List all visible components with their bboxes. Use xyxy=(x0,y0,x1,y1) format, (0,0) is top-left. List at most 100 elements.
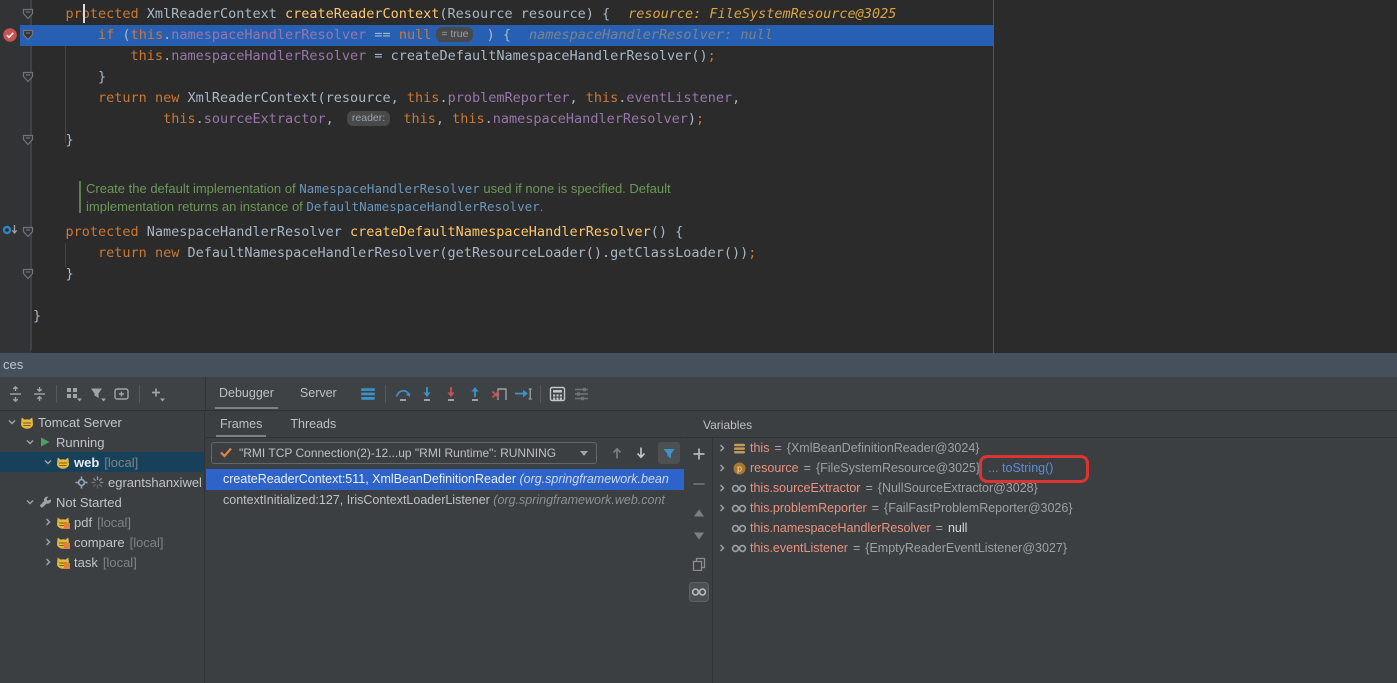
fold-marker-icon[interactable] xyxy=(22,8,34,24)
fold-marker-icon[interactable] xyxy=(22,29,34,45)
code-line: return new DefaultNamespaceHandlerResolv… xyxy=(98,243,756,264)
code-line: } xyxy=(66,264,74,285)
breakpoint-icon[interactable] xyxy=(2,27,18,47)
variable-row[interactable]: this.namespaceHandlerResolver=null xyxy=(714,518,1397,538)
editor-gutter xyxy=(0,0,31,353)
remove-watch-icon[interactable] xyxy=(689,474,709,494)
chevron-closed-icon[interactable] xyxy=(714,501,730,515)
tab-debugger[interactable]: Debugger xyxy=(206,377,287,410)
chevron-closed-icon[interactable] xyxy=(40,515,55,529)
add-icon[interactable] xyxy=(145,382,169,406)
watch-icon xyxy=(730,522,748,535)
run-to-cursor-icon[interactable] xyxy=(511,382,535,406)
tab-threads[interactable]: Threads xyxy=(276,411,350,437)
equals-sign: = xyxy=(872,501,879,515)
stack-frame[interactable]: createReaderContext:511, XmlBeanDefiniti… xyxy=(206,469,684,490)
variables-pane: Variables this={XmlBeanDefinitionReader@… xyxy=(685,411,1397,683)
variable-value: null xyxy=(948,521,967,535)
group-by-icon[interactable] xyxy=(62,382,86,406)
chevron-closed-icon[interactable] xyxy=(714,541,730,555)
filter-icon[interactable] xyxy=(86,382,110,406)
code-editor[interactable]: protected XmlReaderContext createReaderC… xyxy=(0,0,1397,353)
tab-frames[interactable]: Frames xyxy=(206,411,276,437)
step-out-icon[interactable] xyxy=(463,382,487,406)
chevron-open-icon[interactable] xyxy=(4,415,19,429)
chevron-closed-icon[interactable] xyxy=(40,555,55,569)
text-caret xyxy=(83,4,85,23)
inline-debugger-value: resource: FileSystemResource@3025 xyxy=(628,6,896,22)
tree-item-not-started[interactable]: Not Started xyxy=(0,492,204,512)
thread-selector-dropdown[interactable]: "RMI TCP Connection(2)-12...up "RMI Runt… xyxy=(211,442,597,464)
evaluate-expression-icon[interactable] xyxy=(546,382,570,406)
force-step-into-icon[interactable] xyxy=(439,382,463,406)
svg-text:p: p xyxy=(736,464,741,474)
javadoc-line: implementation returns an instance of De… xyxy=(86,198,543,216)
toolbar-separator xyxy=(540,385,541,403)
fold-marker-icon[interactable] xyxy=(22,71,34,87)
add-watch-icon[interactable] xyxy=(689,444,709,464)
frame-location: createReaderContext:511, XmlBeanDefiniti… xyxy=(223,472,519,486)
move-watch-up-icon[interactable] xyxy=(689,503,709,523)
show-watches-icon[interactable] xyxy=(689,582,709,602)
tree-item-compare[interactable]: compare[local] xyxy=(0,532,204,552)
toolbar-separator xyxy=(56,385,57,403)
fold-marker-icon[interactable] xyxy=(22,226,34,242)
variable-name: this.eventListener xyxy=(750,541,848,555)
layout-settings-icon[interactable] xyxy=(570,382,594,406)
overridden-method-icon[interactable] xyxy=(2,224,19,242)
thread-status-check-icon xyxy=(219,446,233,461)
chevron-closed-icon[interactable] xyxy=(40,535,55,549)
services-tree[interactable]: Tomcat ServerRunningweb[local]egrantshan… xyxy=(0,411,205,683)
threads-view-menu-icon[interactable] xyxy=(356,382,380,406)
chevron-closed-icon[interactable] xyxy=(714,461,730,475)
variable-row[interactable]: this.eventListener={EmptyReaderEventList… xyxy=(714,538,1397,558)
fold-marker-icon[interactable] xyxy=(22,134,34,150)
watches-toolbar xyxy=(685,438,713,683)
code-line: protected XmlReaderContext createReaderC… xyxy=(66,4,897,25)
tree-item-task[interactable]: task[local] xyxy=(0,552,204,572)
tomcat-stopped-icon xyxy=(55,516,71,529)
variable-name: this xyxy=(750,441,769,455)
expand-all-icon[interactable] xyxy=(3,382,27,406)
move-watch-down-icon[interactable] xyxy=(689,526,709,546)
variable-row[interactable]: presource={FileSystemResource@3025}... t… xyxy=(714,458,1397,478)
javadoc-render-bar xyxy=(79,181,81,213)
previous-frame-icon[interactable] xyxy=(605,441,629,465)
copy-watch-icon[interactable] xyxy=(689,554,709,574)
chevron-open-icon[interactable] xyxy=(22,435,37,449)
code-line: if (this.namespaceHandlerResolver == nul… xyxy=(98,25,773,46)
tree-item-web[interactable]: web[local] xyxy=(0,452,204,472)
tree-item-pdf[interactable]: pdf[local] xyxy=(0,512,204,532)
next-frame-icon[interactable] xyxy=(629,441,653,465)
variable-row[interactable]: this.problemReporter={FailFastProblemRep… xyxy=(714,498,1397,518)
tree-item-tomcat-server[interactable]: Tomcat Server xyxy=(0,412,204,432)
chevron-closed-icon[interactable] xyxy=(714,481,730,495)
step-over-icon[interactable] xyxy=(391,382,415,406)
chevron-open-icon[interactable] xyxy=(40,455,55,469)
tostring-link[interactable]: ... toString() xyxy=(988,461,1053,475)
add-service-icon[interactable] xyxy=(110,382,134,406)
fold-marker-icon[interactable] xyxy=(22,268,34,284)
tree-item-egrantshanxiwel[interactable]: egrantshanxiwel xyxy=(0,472,204,492)
tree-item-label: web xyxy=(74,455,99,470)
inline-hint-chip: reader: xyxy=(347,111,390,126)
frames-pane: Frames Threads "RMI TCP Connection(2)-12… xyxy=(206,411,684,683)
tab-server[interactable]: Server xyxy=(287,377,350,410)
toolbar-separator xyxy=(385,385,386,403)
collapse-all-icon[interactable] xyxy=(27,382,51,406)
code-line: } xyxy=(33,306,41,327)
variable-value: {NullSourceExtractor@3028} xyxy=(878,481,1038,495)
hide-library-frames-filter-icon[interactable] xyxy=(658,442,680,464)
variable-row[interactable]: this={XmlBeanDefinitionReader@3024} xyxy=(714,438,1397,458)
stack-frame[interactable]: contextInitialized:127, IrisContextLoade… xyxy=(206,490,684,511)
step-into-icon[interactable] xyxy=(415,382,439,406)
tree-item-running[interactable]: Running xyxy=(0,432,204,452)
watch-icon xyxy=(730,482,748,495)
javadoc-line: Create the default implementation of Nam… xyxy=(86,180,671,198)
chevron-closed-icon[interactable] xyxy=(714,441,730,455)
drop-frame-icon[interactable] xyxy=(487,382,511,406)
code-line: } xyxy=(66,130,74,151)
variable-row[interactable]: this.sourceExtractor={NullSourceExtracto… xyxy=(714,478,1397,498)
tomcat-icon xyxy=(55,456,71,469)
chevron-open-icon[interactable] xyxy=(22,495,37,509)
